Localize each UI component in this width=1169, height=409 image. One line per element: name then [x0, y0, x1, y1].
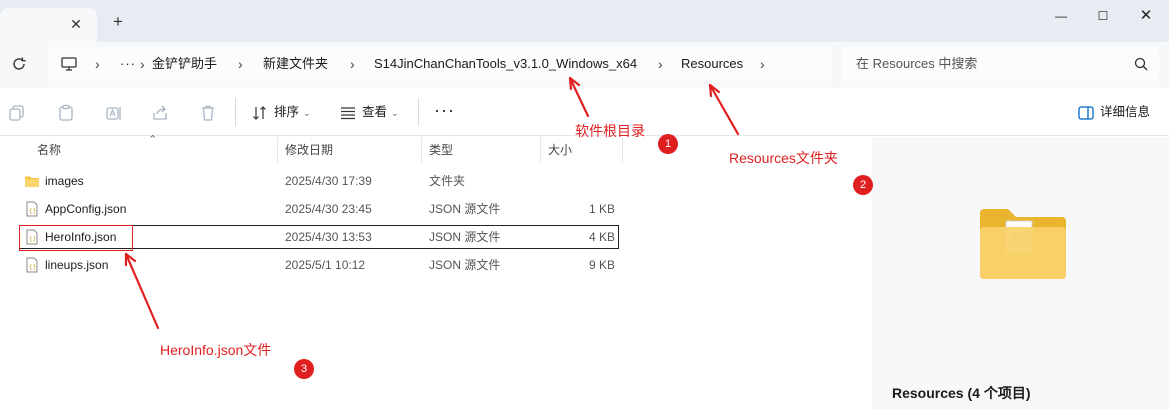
chevron-down-icon: ⌄ — [303, 108, 311, 118]
sort-icon — [253, 105, 266, 120]
breadcrumb-more-button[interactable]: ··· — [120, 47, 136, 81]
json-file-icon: {} — [26, 201, 38, 217]
column-header-name[interactable]: 名称 — [37, 137, 61, 163]
share-icon[interactable] — [151, 104, 169, 122]
annotation-resources-folder: Resources文件夹 — [729, 150, 838, 166]
annotation-badge-1: 1 — [658, 134, 678, 154]
file-size: 9 KB — [588, 258, 615, 272]
sort-label: 排序 — [274, 105, 300, 119]
column-header-type[interactable]: 类型 — [429, 137, 453, 163]
annotation-badge-3: 3 — [294, 359, 314, 379]
file-type: JSON 源文件 — [429, 258, 501, 272]
tab-close-icon[interactable]: ✕ — [68, 16, 84, 32]
breadcrumb-item-resources[interactable]: Resources — [681, 47, 743, 81]
breadcrumb-separator[interactable]: › — [760, 47, 765, 81]
paste-icon[interactable] — [57, 104, 75, 122]
file-row-appconfig[interactable]: {} AppConfig.json 2025/4/30 23:45 JSON 源… — [19, 197, 619, 221]
folder-preview-icon: {} — [980, 209, 1066, 279]
details-pane: {} Resources (4 个项目) — [872, 137, 1169, 409]
maximize-button[interactable]: ☐ — [1091, 6, 1115, 26]
refresh-icon[interactable] — [10, 55, 28, 73]
column-header-date[interactable]: 修改日期 — [285, 137, 333, 163]
close-window-button[interactable]: ✕ — [1134, 6, 1158, 26]
file-date: 2025/5/1 10:12 — [285, 258, 366, 272]
breadcrumb-item-jinchanchan-helper[interactable]: 金铲铲助手 — [152, 47, 217, 81]
json-file-icon: {} — [26, 257, 38, 273]
view-button[interactable]: 查看 ⌄ — [340, 88, 399, 136]
breadcrumb-separator[interactable]: › — [350, 47, 355, 81]
rename-icon[interactable] — [105, 104, 123, 122]
column-header-size[interactable]: 大小 — [548, 137, 572, 163]
sort-button[interactable]: 排序 ⌄ — [252, 88, 311, 136]
toolbar-divider — [418, 98, 419, 126]
copy-icon[interactable] — [8, 104, 26, 122]
column-divider[interactable] — [421, 137, 422, 163]
file-date: 2025/4/30 13:53 — [285, 230, 372, 244]
search-input[interactable]: 在 Resources 中搜索 — [856, 47, 977, 81]
annotation-badge-2: 2 — [853, 175, 873, 195]
svg-text:{}: {} — [29, 208, 36, 215]
search-icon[interactable] — [1134, 57, 1148, 71]
tab-bar: ✕ + — ☐ ✕ — [0, 0, 1169, 42]
breadcrumb-item-app-root[interactable]: S14JinChanChanTools_v3.1.0_Windows_x64 — [374, 47, 637, 81]
address-row: › ··· › 金铲铲助手 › 新建文件夹 › S14JinChanChanTo… — [0, 42, 1169, 88]
file-name: AppConfig.json — [45, 202, 127, 216]
column-divider[interactable] — [540, 137, 541, 163]
sort-ascending-icon: ⌃ — [148, 134, 158, 146]
breadcrumb-separator[interactable]: › — [140, 47, 145, 81]
tab-current[interactable]: ✕ — [0, 8, 97, 42]
annotation-highlight-box — [19, 225, 133, 251]
view-label: 查看 — [362, 105, 388, 119]
file-type: JSON 源文件 — [429, 230, 501, 244]
breadcrumb-item-new-folder[interactable]: 新建文件夹 — [263, 47, 328, 81]
folder-icon — [25, 176, 39, 187]
view-icon — [341, 107, 355, 119]
breadcrumb-separator[interactable]: › — [95, 47, 100, 81]
svg-text:{}: {} — [29, 264, 36, 271]
details-label: 详细信息 — [1100, 105, 1151, 119]
file-row-images[interactable]: images 2025/4/30 17:39 文件夹 — [19, 169, 619, 193]
annotation-heroinfo-file: HeroInfo.json文件 — [160, 342, 272, 358]
file-name: images — [45, 174, 84, 188]
new-tab-button[interactable]: + — [109, 13, 127, 31]
address-bar[interactable]: › ··· › 金铲铲助手 › 新建文件夹 › S14JinChanChanTo… — [48, 47, 832, 81]
breadcrumb-separator[interactable]: › — [658, 47, 663, 81]
breadcrumb-separator[interactable]: › — [238, 47, 243, 81]
details-pane-icon — [1078, 106, 1094, 120]
file-type: JSON 源文件 — [429, 202, 501, 216]
file-explorer-window: ✕ + — ☐ ✕ › ··· › 金铲铲助手 › 新建文件夹 › S14Jin… — [0, 0, 1169, 409]
file-name: lineups.json — [45, 258, 109, 272]
delete-icon[interactable] — [199, 104, 217, 122]
search-box[interactable]: 在 Resources 中搜索 — [842, 47, 1159, 81]
preview-title: Resources (4 个项目) — [892, 385, 1031, 401]
file-size: 1 KB — [588, 202, 615, 216]
file-row-lineups[interactable]: {} lineups.json 2025/5/1 10:12 JSON 源文件 … — [19, 253, 619, 277]
details-pane-button[interactable]: 详细信息 — [1078, 88, 1150, 136]
file-date: 2025/4/30 17:39 — [285, 174, 372, 188]
annotation-root-dir: 软件根目录 — [575, 123, 645, 139]
column-divider[interactable] — [277, 137, 278, 163]
this-pc-icon[interactable] — [61, 57, 77, 71]
chevron-down-icon: ⌄ — [391, 108, 399, 118]
toolbar-divider — [235, 98, 236, 126]
file-size: 4 KB — [588, 230, 615, 244]
file-size — [539, 169, 615, 193]
more-options-button[interactable]: ··· — [434, 100, 455, 121]
file-date: 2025/4/30 23:45 — [285, 202, 372, 216]
minimize-button[interactable]: — — [1049, 6, 1073, 26]
file-type: 文件夹 — [429, 174, 466, 188]
file-list: ⌃ 名称 修改日期 类型 大小 images 2025/4/30 17:39 文… — [0, 134, 872, 409]
